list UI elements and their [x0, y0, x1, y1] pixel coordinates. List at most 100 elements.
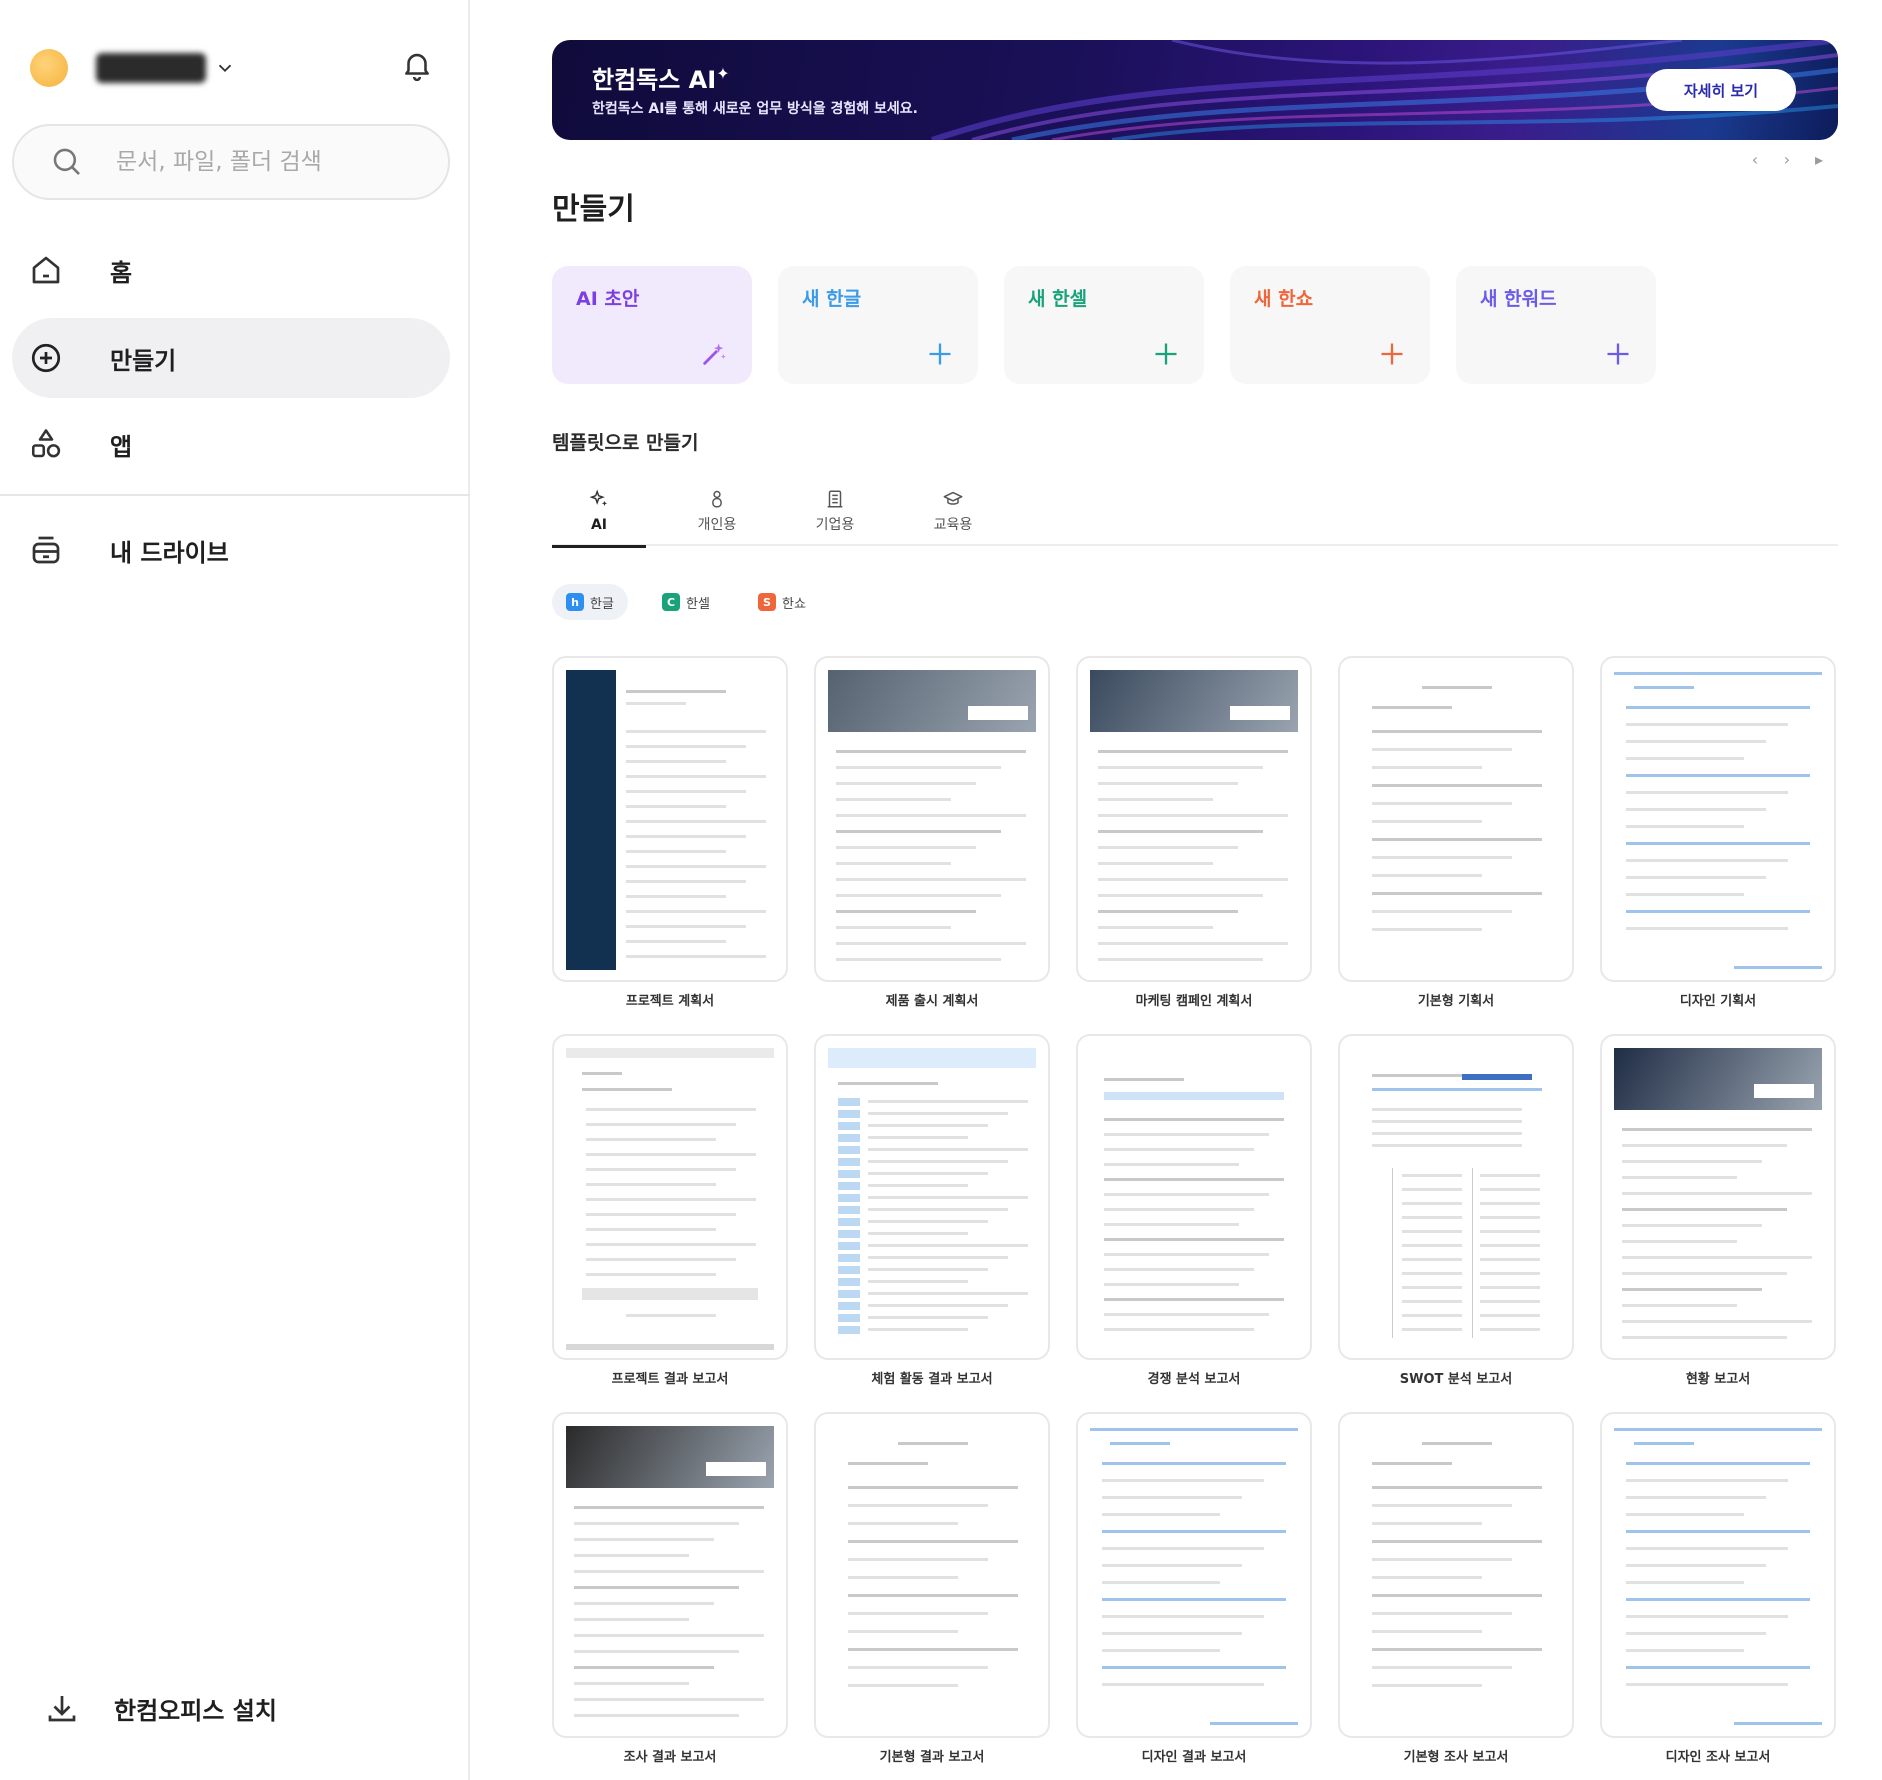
bell-icon[interactable]: [400, 48, 434, 82]
doc-line: [1480, 1314, 1540, 1317]
install-hancom-office-button[interactable]: 한컴오피스 설치: [44, 1690, 277, 1726]
doc-line: [574, 1698, 764, 1701]
document-preview: [1352, 1048, 1560, 1346]
template-card[interactable]: 제품 출시 계획서: [814, 656, 1050, 1009]
template-card[interactable]: SWOT 분석 보고서: [1338, 1034, 1574, 1387]
tab-education[interactable]: 교육용: [906, 486, 1000, 546]
new-hancell-card[interactable]: 새 한셀: [1004, 266, 1204, 384]
tab-label: 개인용: [697, 517, 737, 533]
tab-business[interactable]: 기업용: [788, 486, 882, 546]
doc-line: [1480, 1258, 1540, 1261]
profile-menu[interactable]: [30, 48, 236, 88]
doc-line: [1402, 1174, 1462, 1177]
doc-line: [574, 1602, 714, 1605]
cell: [838, 1218, 860, 1226]
doc-line: [1102, 1547, 1264, 1550]
card-label: 새 한글: [802, 288, 862, 310]
template-title: 프로젝트 계획서: [625, 994, 715, 1009]
document-preview: [1090, 1048, 1298, 1346]
doc-line: [586, 1183, 716, 1186]
play-icon[interactable]: ▸: [1812, 150, 1826, 169]
doc-line: [574, 1634, 764, 1637]
template-card[interactable]: 체험 활동 결과 보고서: [814, 1034, 1050, 1387]
doc-line: [1098, 862, 1213, 865]
doc-line: [868, 1280, 968, 1283]
apps-icon: [31, 429, 61, 458]
doc-line: [574, 1714, 739, 1717]
ai-draft-card[interactable]: AI 초안: [552, 266, 752, 384]
doc-line: [868, 1184, 968, 1187]
template-card[interactable]: 기본형 기획서: [1338, 656, 1574, 1009]
doc-line: [1098, 958, 1263, 961]
doc-line: [1372, 784, 1542, 787]
filter-chip-hangul[interactable]: h 한글: [552, 584, 628, 620]
banner-more-button[interactable]: 자세히 보기: [1646, 69, 1796, 111]
nav-item-home[interactable]: 홈: [12, 230, 450, 310]
doc-line: [868, 1196, 1028, 1199]
doc-line: [848, 1558, 988, 1561]
table-band: [582, 1288, 758, 1300]
doc-line: [1480, 1174, 1540, 1177]
search-box[interactable]: [12, 124, 450, 200]
doc-line: [1098, 926, 1213, 929]
doc-line: [1622, 1272, 1787, 1275]
doc-line: [1372, 1558, 1512, 1561]
doc-line: [626, 835, 746, 838]
doc-line: [582, 1088, 672, 1091]
tab-personal[interactable]: 개인용: [670, 486, 764, 546]
cell: [838, 1302, 860, 1310]
doc-line: [1102, 1530, 1286, 1533]
doc-line: [1626, 825, 1744, 828]
doc-line: [868, 1160, 1008, 1163]
template-thumbnail: [814, 1412, 1050, 1738]
ai-promo-banner[interactable]: 한컴독스 AI✦ 한컴독스 AI를 통해 새로운 업무 방식을 경험해 보세요.…: [552, 40, 1838, 140]
new-hanword-card[interactable]: 새 한워드: [1456, 266, 1656, 384]
new-hanshow-card[interactable]: 새 한쇼: [1230, 266, 1430, 384]
new-hangul-card[interactable]: 새 한글: [778, 266, 978, 384]
nav-item-create[interactable]: 만들기: [12, 318, 450, 398]
doc-line: [626, 895, 726, 898]
doc-line: [1372, 874, 1482, 877]
template-card[interactable]: 디자인 결과 보고서: [1076, 1412, 1312, 1765]
next-arrow-icon[interactable]: ›: [1780, 150, 1794, 169]
template-card[interactable]: 디자인 기획서: [1600, 656, 1836, 1009]
banner-title: 한컴독스 AI✦: [592, 64, 730, 94]
cell: [838, 1122, 860, 1130]
filter-chip-hancell[interactable]: C 한셀: [648, 584, 724, 620]
template-card[interactable]: 디자인 조사 보고서: [1600, 1412, 1836, 1765]
nav-item-apps[interactable]: 앱: [12, 404, 450, 484]
document-preview: [566, 1048, 774, 1350]
template-card[interactable]: 기본형 조사 보고서: [1338, 1412, 1574, 1765]
tab-ai[interactable]: AI: [552, 486, 646, 548]
search-icon: [53, 148, 80, 175]
cell: [838, 1290, 860, 1298]
template-card[interactable]: 프로젝트 결과 보고서: [552, 1034, 788, 1387]
doc-line: [848, 1648, 1018, 1651]
filter-chip-hanshow[interactable]: S 한쇼: [744, 584, 820, 620]
doc-line: [1102, 1496, 1242, 1499]
template-card[interactable]: 기본형 결과 보고서: [814, 1412, 1050, 1765]
template-title: 기본형 결과 보고서: [879, 1750, 985, 1765]
template-card[interactable]: 경쟁 분석 보고서: [1076, 1034, 1312, 1387]
doc-line: [586, 1168, 736, 1171]
doc-line: [626, 955, 766, 958]
graduation-cap-icon: [943, 491, 963, 505]
template-thumbnail: [552, 656, 788, 982]
create-heading: 만들기: [552, 192, 635, 227]
template-title: 현황 보고서: [1685, 1372, 1751, 1387]
prev-arrow-icon[interactable]: ‹: [1748, 150, 1762, 169]
doc-line: [1626, 757, 1744, 760]
template-card[interactable]: 현황 보고서: [1600, 1034, 1836, 1387]
document-preview: [1614, 1426, 1822, 1725]
doc-line: [1626, 791, 1788, 794]
doc-line: [1098, 814, 1288, 817]
template-card[interactable]: 마케팅 캠페인 계획서: [1076, 656, 1312, 1009]
cell: [838, 1326, 860, 1334]
doc-line: [574, 1554, 689, 1557]
template-card[interactable]: 프로젝트 계획서: [552, 656, 788, 1009]
template-title: 체험 활동 결과 보고서: [871, 1372, 993, 1387]
template-card[interactable]: 조사 결과 보고서: [552, 1412, 788, 1765]
search-input[interactable]: [116, 149, 416, 175]
nav-item-my-drive[interactable]: 내 드라이브: [12, 510, 450, 590]
doc-line: [868, 1268, 988, 1271]
